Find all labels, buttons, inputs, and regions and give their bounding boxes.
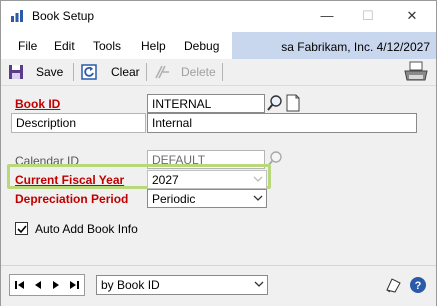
window-title: Book Setup — [32, 9, 95, 23]
toolbar-separator — [146, 63, 147, 81]
depreciation-period-select[interactable]: Periodic — [147, 189, 267, 208]
menu-edit[interactable]: Edit — [54, 39, 75, 53]
sort-by-value: by Book ID — [101, 278, 160, 292]
toolbar: Save Clear Delete — [1, 59, 436, 86]
chevron-down-icon — [253, 176, 263, 182]
new-note-icon[interactable] — [285, 94, 301, 112]
depreciation-period-label: Depreciation Period — [15, 192, 129, 206]
user-company-date: sa Fabrikam, Inc. 4/12/2027 — [281, 40, 430, 54]
auto-add-checkbox[interactable] — [15, 222, 28, 235]
title-bar: Book Setup — ☐ ✕ — [1, 1, 436, 31]
chevron-down-icon — [254, 281, 264, 287]
close-button[interactable]: ✕ — [397, 5, 427, 27]
svg-text:?: ? — [415, 280, 422, 292]
sort-by-select[interactable]: by Book ID — [96, 275, 268, 295]
help-icon[interactable]: ? — [409, 276, 427, 294]
clear-button[interactable]: Clear — [111, 65, 140, 79]
user-info-bar: sa Fabrikam, Inc. 4/12/2027 — [232, 32, 436, 59]
record-navigator — [9, 274, 85, 296]
checkmark-icon — [17, 225, 27, 234]
menu-file[interactable]: File — [18, 39, 37, 53]
save-button[interactable]: Save — [36, 65, 63, 79]
bottom-bar: by Book ID ? — [1, 265, 436, 306]
last-record-icon[interactable] — [68, 279, 80, 291]
chevron-down-icon — [253, 195, 263, 201]
book-id-field[interactable]: INTERNAL — [147, 94, 265, 113]
note-icon[interactable] — [384, 276, 402, 294]
menu-debug[interactable]: Debug — [184, 39, 219, 53]
delete-button[interactable]: Delete — [181, 65, 216, 79]
save-icon[interactable] — [8, 64, 24, 80]
delete-icon[interactable] — [154, 64, 172, 80]
fiscal-year-select[interactable]: 2027 — [147, 170, 267, 189]
previous-record-icon[interactable] — [32, 279, 44, 291]
menu-help[interactable]: Help — [141, 39, 166, 53]
toolbar-separator — [222, 63, 223, 81]
toolbar-separator — [73, 63, 74, 81]
fiscal-year-label[interactable]: Current Fiscal Year — [15, 173, 124, 187]
depreciation-period-value: Periodic — [152, 192, 196, 206]
description-label: Description — [11, 113, 146, 133]
minimize-button[interactable]: — — [312, 5, 342, 27]
menu-tools[interactable]: Tools — [93, 39, 121, 53]
auto-add-label[interactable]: Auto Add Book Info — [35, 222, 138, 236]
lookup-icon[interactable] — [267, 94, 283, 112]
first-record-icon[interactable] — [14, 279, 26, 291]
next-record-icon[interactable] — [50, 279, 62, 291]
app-chart-icon — [11, 10, 23, 22]
book-id-label[interactable]: Book ID — [15, 97, 60, 111]
book-setup-window: Book Setup — ☐ ✕ File Edit Tools Help De… — [0, 0, 437, 306]
printer-icon[interactable] — [403, 61, 429, 83]
maximize-button[interactable]: ☐ — [353, 5, 383, 27]
clear-icon[interactable] — [81, 64, 97, 80]
fiscal-year-value: 2027 — [152, 173, 179, 187]
description-field[interactable]: Internal — [147, 113, 417, 133]
